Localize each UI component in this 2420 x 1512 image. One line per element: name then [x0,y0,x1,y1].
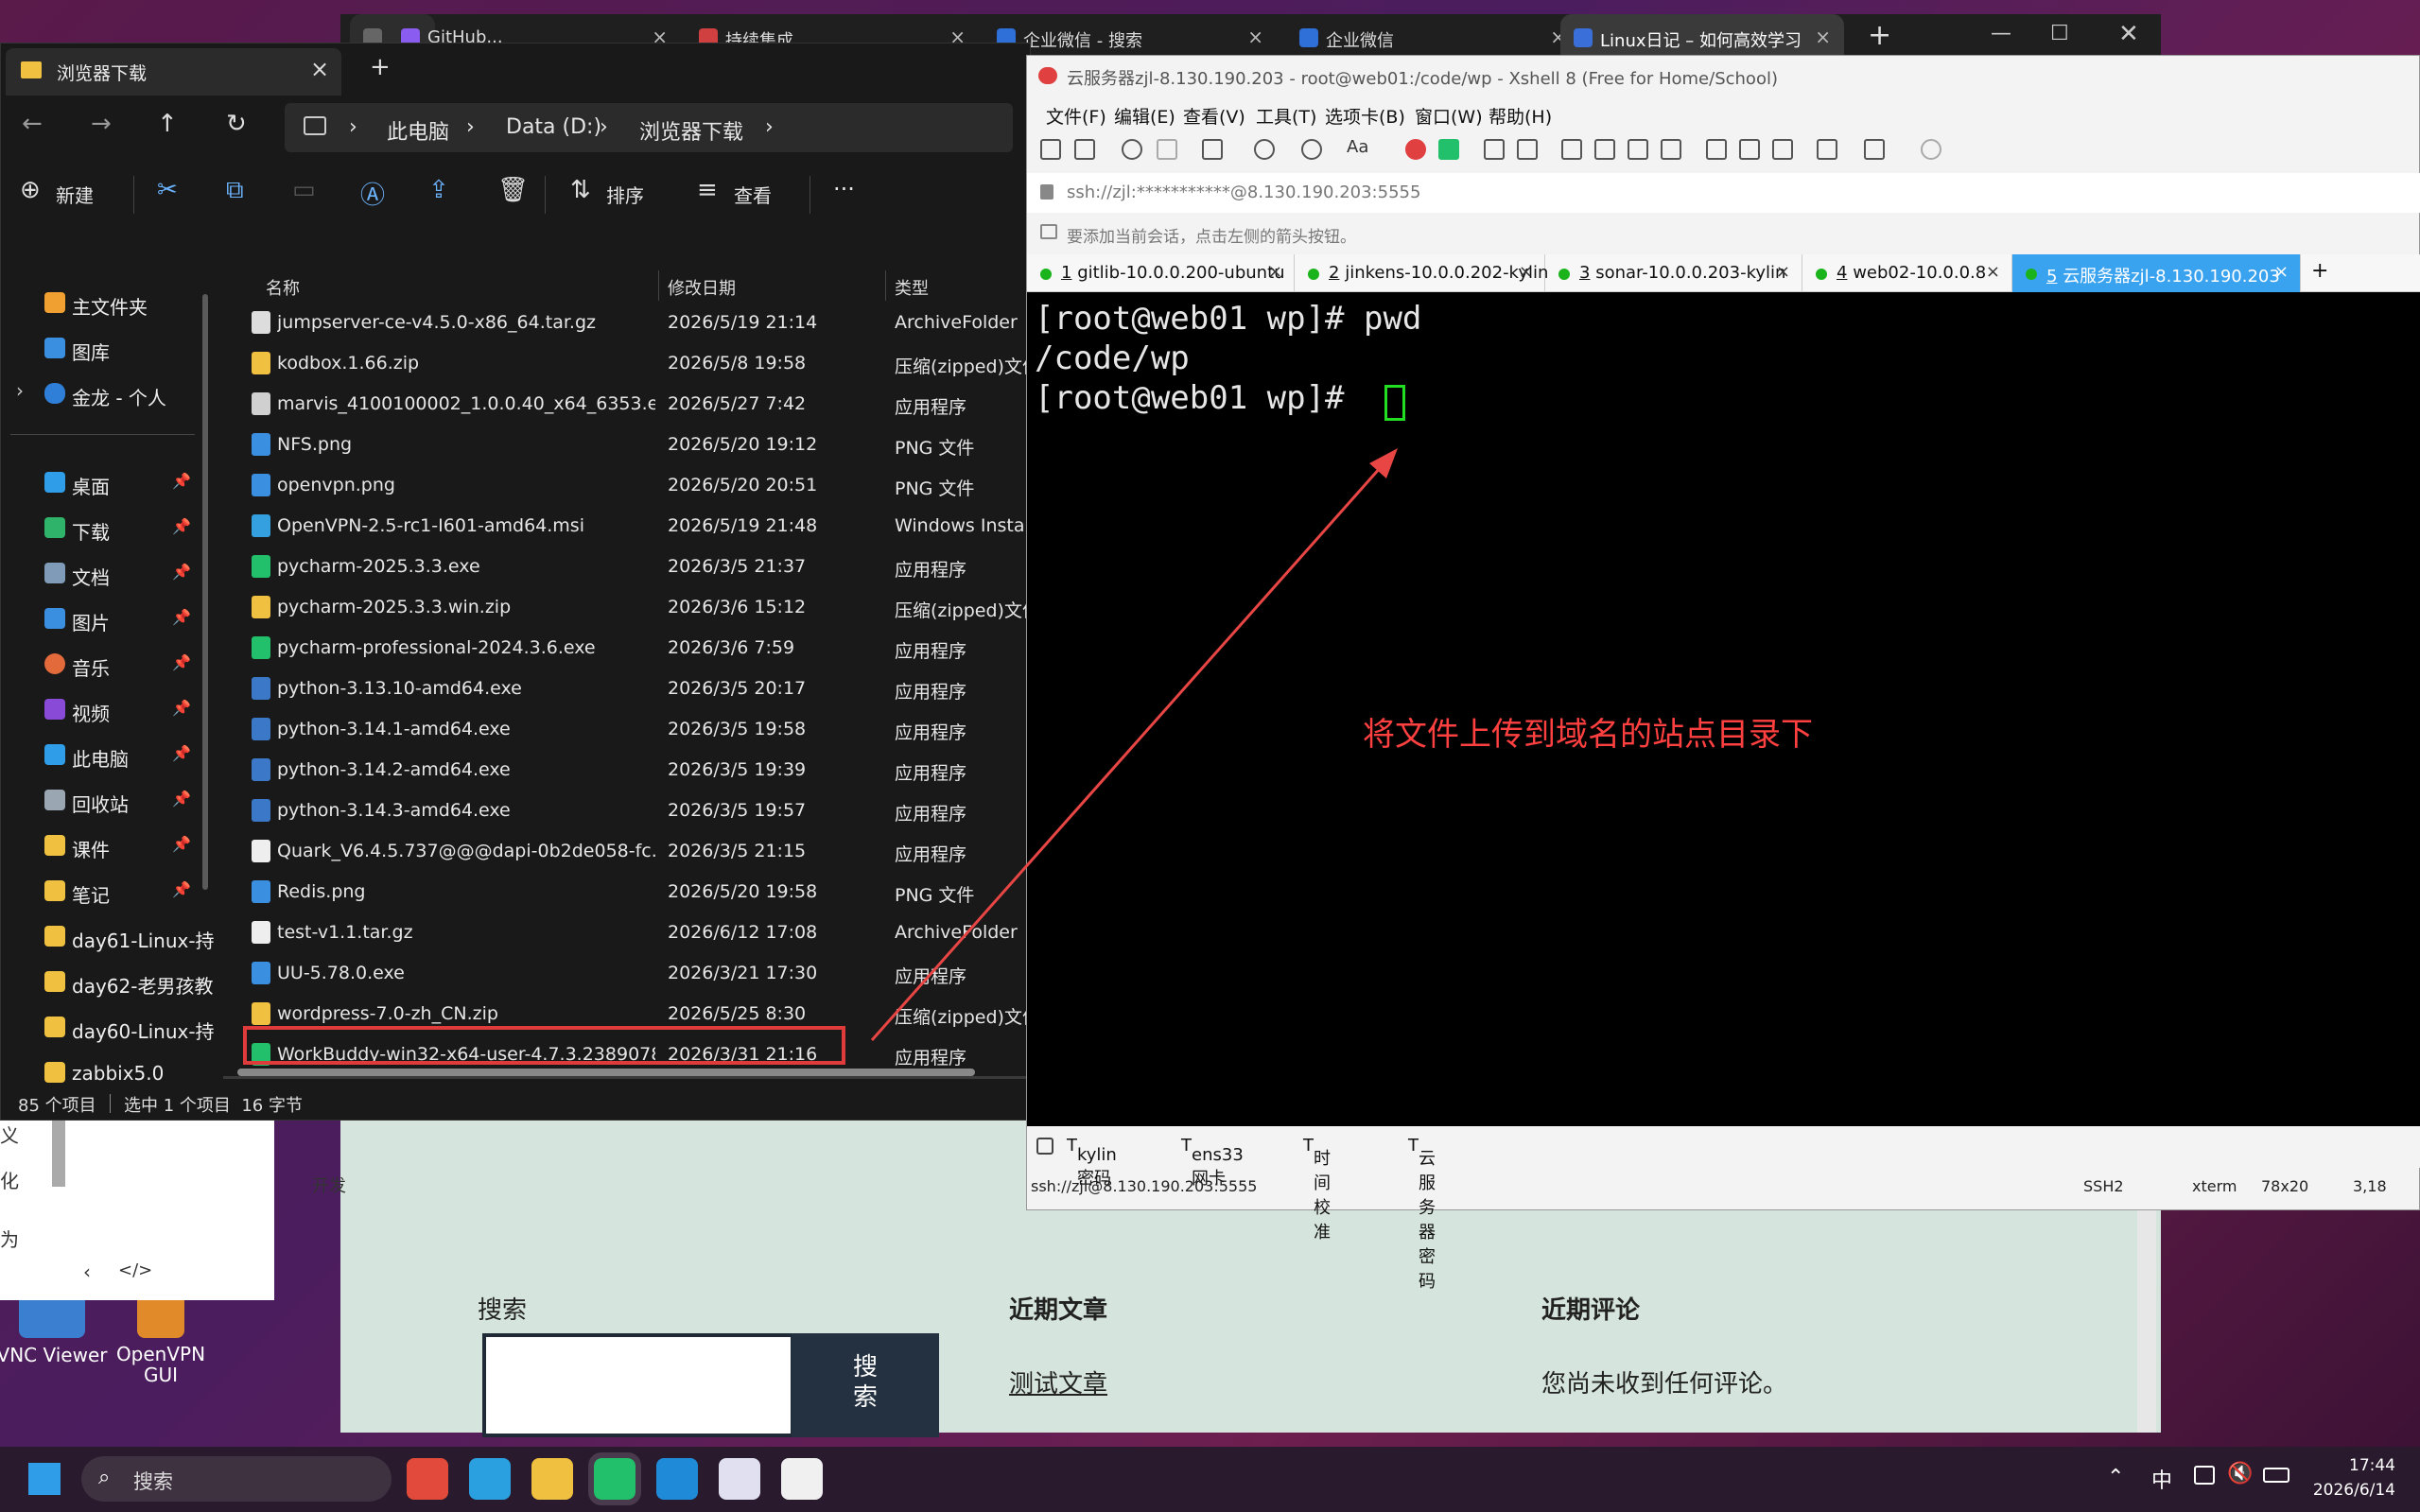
typora-app[interactable] [781,1458,823,1500]
taskbar: ⌕ 搜索 ⌃ 中 🔇 17:44 2026/6/14 [0,1447,2420,1512]
start-button[interactable] [28,1463,61,1495]
remote-app[interactable] [469,1458,511,1500]
network-icon[interactable] [2194,1466,2215,1485]
annotation-arrow [870,448,1398,1041]
chevron-up-icon[interactable]: ⌃ [2107,1466,2124,1489]
pen-app[interactable] [719,1458,760,1500]
edge-app[interactable] [656,1458,698,1500]
ime-indicator[interactable]: 中 [2151,1464,2172,1494]
browser-app[interactable] [407,1458,448,1500]
search-icon: ⌕ [98,1466,111,1489]
clock-time[interactable]: 17:44 [2339,1456,2395,1475]
search-placeholder: 搜索 [133,1470,173,1493]
battery-icon[interactable] [2263,1468,2289,1483]
volume-icon[interactable]: 🔇 [2227,1462,2253,1486]
file-explorer-app[interactable] [531,1458,573,1500]
clock-date[interactable]: 2026/6/14 [2310,1481,2395,1500]
wechat-app[interactable] [588,1452,641,1505]
taskbar-search[interactable]: ⌕ 搜索 [81,1456,392,1502]
